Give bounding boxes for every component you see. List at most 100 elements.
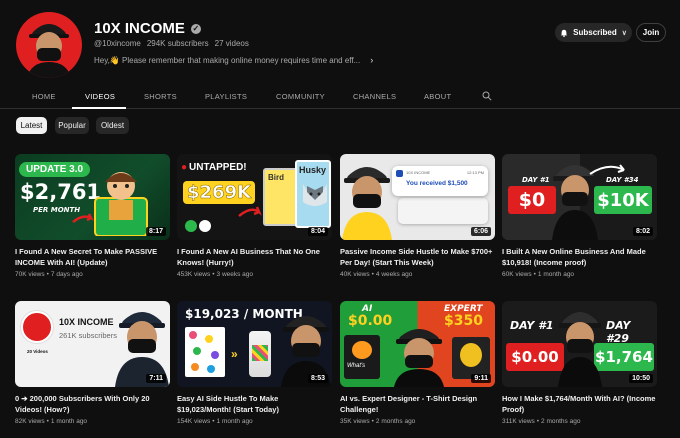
notification-time: 12:13 PM <box>466 170 484 175</box>
video-meta: 82K views • 1 month ago <box>15 418 87 425</box>
video-count: 27 videos <box>214 39 249 48</box>
channel-tabs: HOME VIDEOS SHORTS PLAYLISTS COMMUNITY C… <box>0 85 680 109</box>
pattern-artwork <box>185 327 225 377</box>
thumbnail-amount-right: $1,764 <box>595 348 653 366</box>
tab-home[interactable]: HOME <box>32 92 56 101</box>
left-amount: $0.00 <box>348 313 393 329</box>
thumbnail-badge: UPDATE 3.0 <box>19 162 91 177</box>
day-start-label: DAY #1 <box>522 176 550 184</box>
tab-playlists[interactable]: PLAYLISTS <box>205 92 247 101</box>
thumbnail-amount-right: $10K <box>597 189 649 211</box>
subscribed-button[interactable]: Subscribed ∨ <box>555 23 632 42</box>
thumbnail-amount-left: $0.00 <box>511 348 559 366</box>
tab-videos[interactable]: VIDEOS <box>85 92 115 101</box>
tab-channels[interactable]: CHANNELS <box>353 92 396 101</box>
video-thumbnail[interactable]: $19,023 / MONTH » 8:53 <box>177 301 332 387</box>
video-views: 154K views <box>177 418 211 425</box>
thumbnail-amount: $269K <box>187 182 252 204</box>
video-age: 3 weeks ago <box>216 271 254 278</box>
video-meta: 40K views • 4 weeks ago <box>340 271 412 278</box>
video-title[interactable]: I Built A New Online Business And Made $… <box>502 246 657 268</box>
right-amount: $350 <box>444 313 483 329</box>
channel-description[interactable]: Hey,👋 Please remember that making online… <box>94 55 373 65</box>
video-meta: 453K views • 3 weeks ago <box>177 271 253 278</box>
video-thumbnail[interactable]: UPDATE 3.0 $2,761 PER MONTH 8:17 <box>15 154 170 240</box>
verified-icon: ✓ <box>190 23 201 34</box>
video-meta: 60K views • 1 month ago <box>502 271 574 278</box>
video-thumbnail[interactable]: ● UNTAPPED! $269K Bird Husky 8:04 <box>177 154 332 240</box>
day-end-label: DAY #34 <box>606 176 639 184</box>
video-views: 311K views <box>502 418 535 425</box>
video-title[interactable]: How I Make $1,764/Month With AI? (Income… <box>502 393 657 415</box>
husky-dog-icon <box>303 184 327 206</box>
tab-about[interactable]: ABOUT <box>424 92 451 101</box>
video-title[interactable]: 0 ➔ 200,000 Subscribers With Only 20 Vid… <box>15 393 170 415</box>
meta-separator: • <box>536 418 540 425</box>
channel-name: 10X INCOME <box>94 20 185 37</box>
video-age: 1 month ago <box>50 418 88 425</box>
search-icon[interactable] <box>482 91 492 101</box>
video-thumbnail[interactable]: DAY #1 DAY #34 $0 $10K 8:02 <box>502 154 657 240</box>
masked-man-icon <box>27 24 71 78</box>
masked-man-icon <box>558 312 602 387</box>
video-views: 35K views <box>340 418 370 425</box>
day-start-label: DAY #1 <box>510 319 554 332</box>
thumbnail-channel-name: 10X INCOME <box>59 317 114 327</box>
video-duration: 9:11 <box>471 374 491 383</box>
tab-shorts[interactable]: SHORTS <box>144 92 177 101</box>
tab-community[interactable]: COMMUNITY <box>276 92 325 101</box>
video-views: 82K views <box>15 418 45 425</box>
meta-separator: • <box>533 271 536 278</box>
video-title[interactable]: Passive Income Side Hustle to Make $700+… <box>340 246 495 268</box>
channel-avatar-thumb <box>21 311 53 343</box>
masked-man-icon <box>342 167 392 240</box>
video-meta: 311K views • 2 months ago <box>502 418 580 425</box>
tumbler-cup <box>249 331 271 377</box>
video-title[interactable]: AI vs. Expert Designer - T-Shirt Design … <box>340 393 495 415</box>
video-title[interactable]: Easy AI Side Hustle To Make $19,023/Mont… <box>177 393 332 415</box>
book-title: Bird <box>268 173 284 182</box>
thumbnail-subscribers: 261K subscribers <box>59 331 117 340</box>
subscribed-label: Subscribed <box>573 28 617 37</box>
active-tab-indicator <box>72 107 126 109</box>
channel-description-text: Hey,👋 Please remember that making online… <box>94 55 361 65</box>
video-thumbnail[interactable]: 10X INCOME 261K subscribers 20 Videos 7:… <box>15 301 170 387</box>
bell-icon <box>560 29 568 37</box>
video-duration: 7:11 <box>146 374 166 383</box>
book-cover: Bird <box>263 168 299 226</box>
channel-title: 10X INCOME ✓ <box>94 20 201 37</box>
shirt-text: What's <box>347 363 366 369</box>
video-thumbnail[interactable]: AI $0.00 EXPERT $350 What's 9:11 <box>340 301 495 387</box>
book-title: Husky <box>299 165 327 175</box>
notification-text: You received $1,500 <box>406 180 468 187</box>
video-views: 40K views <box>340 271 370 278</box>
channel-avatar[interactable] <box>16 12 82 78</box>
video-views: 70K views <box>15 271 45 278</box>
video-age: 1 month ago <box>216 418 253 425</box>
meta-separator: • <box>212 418 215 425</box>
chevron-right-icon[interactable]: › <box>370 55 373 65</box>
tshirt-design-right <box>452 337 490 379</box>
filter-oldest[interactable]: Oldest <box>96 117 129 134</box>
channel-handle: @10xincome <box>94 39 141 48</box>
book-cover: Husky <box>295 160 331 228</box>
video-age: 4 weeks ago <box>375 271 413 278</box>
lock-icon: ● <box>181 162 188 173</box>
video-thumbnail[interactable]: DAY #1 DAY #29 $0.00 $1,764 10:50 <box>502 301 657 387</box>
video-age: 2 months ago <box>541 418 581 425</box>
video-title[interactable]: I Found A New Secret To Make PASSIVE INC… <box>15 246 170 268</box>
video-duration: 10:50 <box>629 374 653 383</box>
video-views: 453K views <box>177 271 211 278</box>
video-title[interactable]: I Found A New AI Business That No One Kn… <box>177 246 332 268</box>
cartoon-boy-icon <box>94 172 148 236</box>
video-age: 1 month ago <box>537 271 575 278</box>
filter-popular[interactable]: Popular <box>55 117 89 134</box>
filter-latest[interactable]: Latest <box>16 117 47 134</box>
join-button[interactable]: Join <box>636 23 666 42</box>
video-duration: 8:53 <box>307 374 328 383</box>
video-age: 2 months ago <box>375 418 416 425</box>
masked-man-icon <box>394 329 444 387</box>
tshirt-design-left: What's <box>344 335 380 379</box>
openai-icon <box>185 220 197 232</box>
video-thumbnail[interactable]: 10X INCOME 12:13 PM You received $1,500 … <box>340 154 495 240</box>
